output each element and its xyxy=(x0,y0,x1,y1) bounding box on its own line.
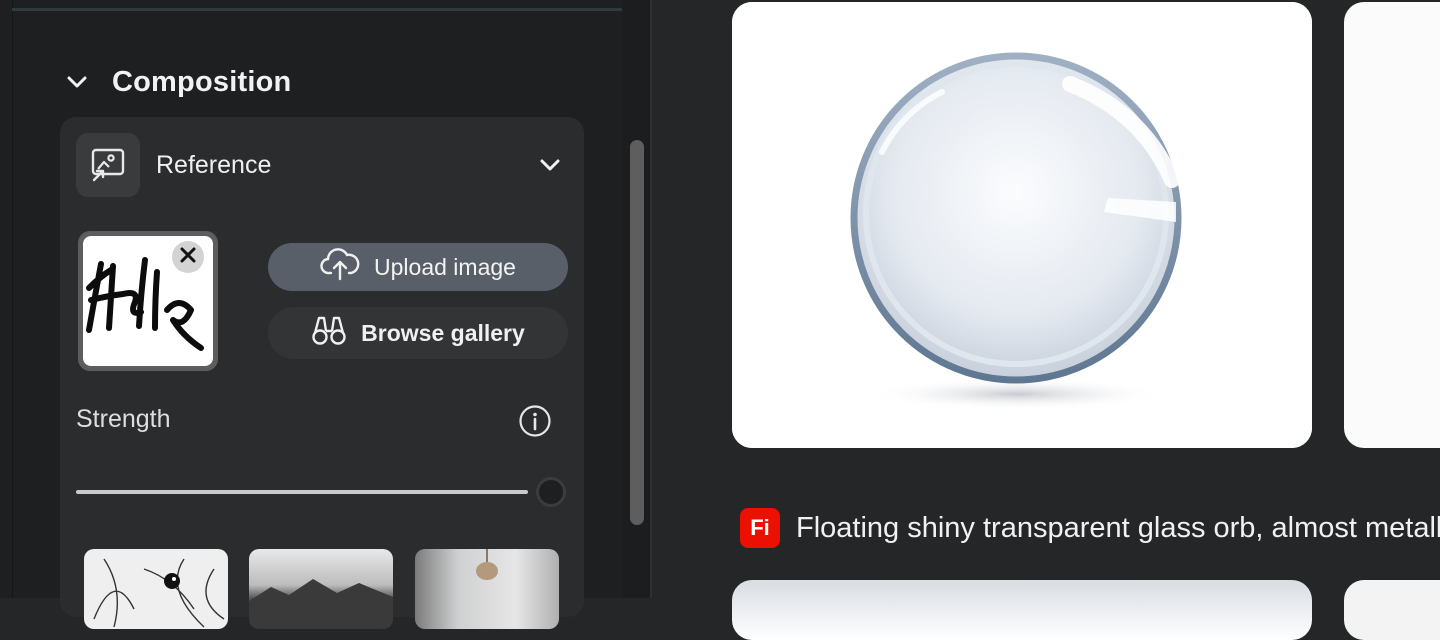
generated-image-card[interactable] xyxy=(732,2,1312,448)
info-icon[interactable] xyxy=(518,404,552,438)
prompt-caption: Fi Floating shiny transparent glass orb,… xyxy=(740,508,1440,548)
reference-card: Reference Upload image Browse gallery St… xyxy=(60,117,584,629)
section-title: Composition xyxy=(112,65,292,98)
browse-gallery-button[interactable]: Browse gallery xyxy=(268,307,568,359)
gallery-thumbnail-interior[interactable] xyxy=(415,549,559,629)
section-divider xyxy=(12,8,622,11)
gallery-thumbnail-sketch[interactable] xyxy=(84,549,228,629)
chevron-down-icon xyxy=(64,69,90,95)
generated-image-card[interactable] xyxy=(732,580,1312,640)
cloud-upload-icon xyxy=(320,247,374,287)
panel-divider xyxy=(650,0,652,598)
reference-label: Reference xyxy=(156,150,272,179)
panel-border xyxy=(12,0,13,598)
composition-section-header[interactable]: Composition xyxy=(64,60,291,104)
upload-image-button[interactable]: Upload image xyxy=(268,243,568,291)
prompt-text: Floating shiny transparent glass orb, al… xyxy=(796,511,1440,544)
generated-image-card[interactable] xyxy=(1344,2,1440,448)
panel-scrollbar-region xyxy=(622,0,652,598)
reference-dropdown[interactable]: Reference xyxy=(76,133,572,197)
firefly-logo-icon: Fi xyxy=(740,508,780,548)
image-reference-icon xyxy=(76,133,140,197)
browse-gallery-label: Browse gallery xyxy=(361,319,525,346)
close-icon xyxy=(179,246,197,269)
gallery-thumbnail-landscape[interactable] xyxy=(249,549,393,629)
scrollbar-thumb[interactable] xyxy=(630,140,644,525)
settings-panel: Composition Reference Upload image Brows… xyxy=(0,0,622,629)
binoculars-icon xyxy=(311,313,361,353)
generated-image-card[interactable] xyxy=(1344,580,1440,640)
strength-slider-handle[interactable] xyxy=(536,477,566,507)
remove-reference-button[interactable] xyxy=(172,241,204,273)
strength-label: Strength xyxy=(76,405,171,433)
reference-thumbnail[interactable] xyxy=(78,231,218,371)
upload-image-label: Upload image xyxy=(374,253,516,280)
chevron-down-icon xyxy=(536,151,564,179)
strength-slider-track[interactable] xyxy=(76,490,528,494)
glass-orb-image xyxy=(732,2,1312,448)
